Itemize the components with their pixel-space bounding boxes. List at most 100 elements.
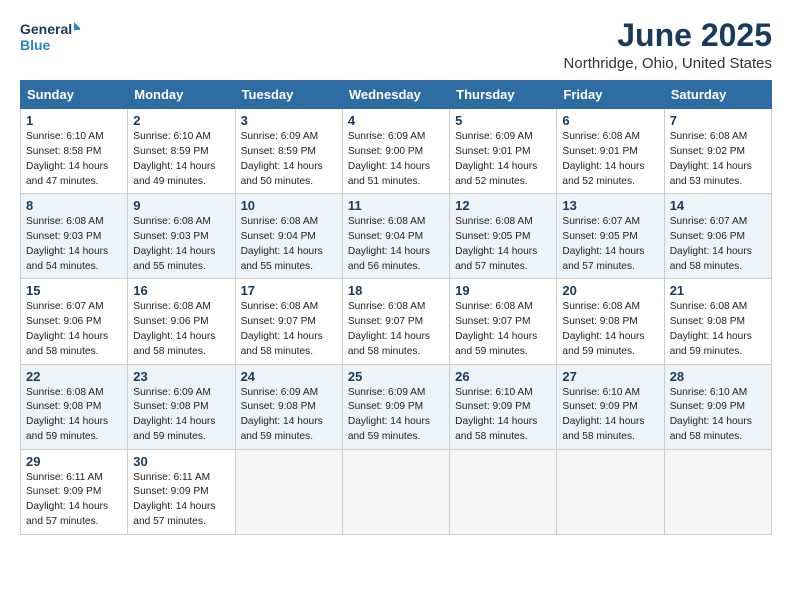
sunrise-text: Sunrise: 6:08 AM [455, 301, 533, 312]
table-row: 29 Sunrise: 6:11 AM Sunset: 9:09 PM Dayl… [21, 449, 128, 534]
day-number: 23 [133, 369, 229, 384]
day-number: 25 [348, 369, 444, 384]
table-row: 19 Sunrise: 6:08 AM Sunset: 9:07 PM Dayl… [450, 279, 557, 364]
table-row: 30 Sunrise: 6:11 AM Sunset: 9:09 PM Dayl… [128, 449, 235, 534]
table-row: 8 Sunrise: 6:08 AM Sunset: 9:03 PM Dayli… [21, 194, 128, 279]
sunrise-text: Sunrise: 6:08 AM [241, 301, 319, 312]
sunset-text: Sunset: 9:01 PM [562, 146, 637, 157]
table-row: 23 Sunrise: 6:09 AM Sunset: 9:08 PM Dayl… [128, 364, 235, 449]
day-number: 10 [241, 198, 337, 213]
day-number: 9 [133, 198, 229, 213]
sunset-text: Sunset: 9:04 PM [348, 231, 423, 242]
sunset-text: Sunset: 8:58 PM [26, 146, 101, 157]
daylight-text: Daylight: 14 hours and 52 minutes. [562, 161, 644, 187]
sunrise-text: Sunrise: 6:08 AM [348, 301, 426, 312]
day-number: 6 [562, 113, 658, 128]
sunset-text: Sunset: 9:06 PM [133, 316, 208, 327]
table-row: 14 Sunrise: 6:07 AM Sunset: 9:06 PM Dayl… [664, 194, 771, 279]
daylight-text: Daylight: 14 hours and 58 minutes. [241, 331, 323, 357]
daylight-text: Daylight: 14 hours and 57 minutes. [455, 246, 537, 272]
sunset-text: Sunset: 9:09 PM [26, 486, 101, 497]
daylight-text: Daylight: 14 hours and 58 minutes. [455, 416, 537, 442]
sunset-text: Sunset: 9:03 PM [26, 231, 101, 242]
sunrise-text: Sunrise: 6:11 AM [133, 472, 210, 483]
sunset-text: Sunset: 9:09 PM [670, 401, 745, 412]
svg-text:Blue: Blue [20, 37, 51, 53]
day-number: 19 [455, 283, 551, 298]
table-row [342, 449, 449, 534]
sunrise-text: Sunrise: 6:09 AM [348, 387, 426, 398]
daylight-text: Daylight: 14 hours and 57 minutes. [562, 246, 644, 272]
table-row: 1 Sunrise: 6:10 AM Sunset: 8:58 PM Dayli… [21, 109, 128, 194]
day-number: 17 [241, 283, 337, 298]
daylight-text: Daylight: 14 hours and 59 minutes. [562, 331, 644, 357]
sunrise-text: Sunrise: 6:07 AM [26, 301, 104, 312]
sunset-text: Sunset: 9:08 PM [26, 401, 101, 412]
sunrise-text: Sunrise: 6:08 AM [133, 216, 211, 227]
table-row [557, 449, 664, 534]
table-row: 17 Sunrise: 6:08 AM Sunset: 9:07 PM Dayl… [235, 279, 342, 364]
sunset-text: Sunset: 9:05 PM [455, 231, 530, 242]
sunset-text: Sunset: 9:09 PM [133, 486, 208, 497]
daylight-text: Daylight: 14 hours and 58 minutes. [670, 416, 752, 442]
sunset-text: Sunset: 8:59 PM [241, 146, 316, 157]
sunrise-text: Sunrise: 6:08 AM [133, 301, 211, 312]
sunrise-text: Sunrise: 6:08 AM [562, 301, 640, 312]
sunrise-text: Sunrise: 6:08 AM [26, 387, 104, 398]
table-row: 9 Sunrise: 6:08 AM Sunset: 9:03 PM Dayli… [128, 194, 235, 279]
table-row [235, 449, 342, 534]
month-title: June 2025 [564, 18, 772, 53]
daylight-text: Daylight: 14 hours and 51 minutes. [348, 161, 430, 187]
sunrise-text: Sunrise: 6:09 AM [455, 131, 533, 142]
day-number: 18 [348, 283, 444, 298]
day-number: 2 [133, 113, 229, 128]
sunrise-text: Sunrise: 6:09 AM [348, 131, 426, 142]
calendar-week-5: 29 Sunrise: 6:11 AM Sunset: 9:09 PM Dayl… [21, 449, 772, 534]
page: General Blue June 2025 Northridge, Ohio,… [0, 0, 792, 612]
day-number: 7 [670, 113, 766, 128]
sunset-text: Sunset: 9:02 PM [670, 146, 745, 157]
day-number: 26 [455, 369, 551, 384]
col-wednesday: Wednesday [342, 81, 449, 109]
table-row: 15 Sunrise: 6:07 AM Sunset: 9:06 PM Dayl… [21, 279, 128, 364]
daylight-text: Daylight: 14 hours and 59 minutes. [455, 331, 537, 357]
sunset-text: Sunset: 9:07 PM [455, 316, 530, 327]
day-number: 27 [562, 369, 658, 384]
sunrise-text: Sunrise: 6:07 AM [562, 216, 640, 227]
sunset-text: Sunset: 9:00 PM [348, 146, 423, 157]
sunset-text: Sunset: 9:07 PM [241, 316, 316, 327]
day-number: 22 [26, 369, 122, 384]
header: General Blue June 2025 Northridge, Ohio,… [20, 18, 772, 72]
sunset-text: Sunset: 9:08 PM [133, 401, 208, 412]
day-number: 28 [670, 369, 766, 384]
calendar-table: Sunday Monday Tuesday Wednesday Thursday… [20, 80, 772, 535]
day-number: 11 [348, 198, 444, 213]
day-number: 1 [26, 113, 122, 128]
sunset-text: Sunset: 9:01 PM [455, 146, 530, 157]
day-number: 8 [26, 198, 122, 213]
table-row: 26 Sunrise: 6:10 AM Sunset: 9:09 PM Dayl… [450, 364, 557, 449]
sunrise-text: Sunrise: 6:09 AM [133, 387, 211, 398]
daylight-text: Daylight: 14 hours and 53 minutes. [670, 161, 752, 187]
logo-svg: General Blue [20, 18, 80, 58]
day-number: 20 [562, 283, 658, 298]
sunset-text: Sunset: 9:09 PM [562, 401, 637, 412]
daylight-text: Daylight: 14 hours and 59 minutes. [26, 416, 108, 442]
sunset-text: Sunset: 9:07 PM [348, 316, 423, 327]
table-row: 25 Sunrise: 6:09 AM Sunset: 9:09 PM Dayl… [342, 364, 449, 449]
day-number: 30 [133, 454, 229, 469]
daylight-text: Daylight: 14 hours and 58 minutes. [670, 246, 752, 272]
col-saturday: Saturday [664, 81, 771, 109]
title-block: June 2025 Northridge, Ohio, United State… [564, 18, 772, 72]
svg-text:General: General [20, 21, 72, 37]
day-number: 14 [670, 198, 766, 213]
day-number: 15 [26, 283, 122, 298]
daylight-text: Daylight: 14 hours and 56 minutes. [348, 246, 430, 272]
table-row: 13 Sunrise: 6:07 AM Sunset: 9:05 PM Dayl… [557, 194, 664, 279]
daylight-text: Daylight: 14 hours and 58 minutes. [562, 416, 644, 442]
sunrise-text: Sunrise: 6:10 AM [670, 387, 748, 398]
sunset-text: Sunset: 8:59 PM [133, 146, 208, 157]
table-row: 27 Sunrise: 6:10 AM Sunset: 9:09 PM Dayl… [557, 364, 664, 449]
sunrise-text: Sunrise: 6:08 AM [241, 216, 319, 227]
daylight-text: Daylight: 14 hours and 52 minutes. [455, 161, 537, 187]
